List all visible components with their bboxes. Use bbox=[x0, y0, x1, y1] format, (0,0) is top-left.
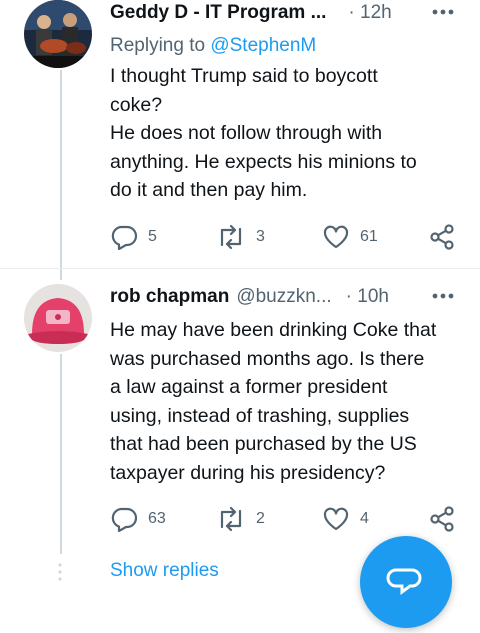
replying-to: Replying to @StephenM bbox=[110, 35, 316, 57]
tweet-text-line: a law against a former president bbox=[110, 376, 388, 398]
reply-count: 5 bbox=[148, 228, 157, 245]
reply-icon bbox=[111, 507, 138, 532]
author-handle[interactable]: @buzzkn... bbox=[236, 286, 331, 308]
tweet-text-line: coke? bbox=[110, 93, 163, 116]
avatar[interactable] bbox=[24, 0, 92, 68]
divider bbox=[0, 268, 480, 269]
compose-fab-icon bbox=[386, 568, 422, 595]
share-icon bbox=[430, 506, 454, 532]
heart-icon bbox=[323, 507, 349, 531]
replying-to-label: Replying to bbox=[110, 35, 206, 56]
tweet-text: I thought Trump said to boycott coke? He… bbox=[110, 62, 460, 205]
mention-link[interactable]: @StephenM bbox=[210, 35, 316, 56]
retweet-count: 2 bbox=[256, 510, 265, 527]
tweet-text: He may have been drinking Coke that was … bbox=[110, 316, 460, 487]
reply-button[interactable]: 5 bbox=[110, 222, 157, 252]
like-button[interactable]: 61 bbox=[322, 222, 378, 252]
tweet-text-line: that had been purchased by the US bbox=[110, 433, 417, 455]
timestamp[interactable]: · 12h bbox=[348, 2, 391, 24]
avatar[interactable] bbox=[24, 284, 92, 352]
thread-dots bbox=[56, 562, 64, 582]
reply-icon bbox=[111, 225, 138, 250]
author-name[interactable]: rob chapman bbox=[110, 286, 229, 308]
retweet-icon bbox=[220, 225, 242, 249]
retweet-count: 3 bbox=[256, 228, 265, 245]
tweet-text-line: was purchased months ago. Is there bbox=[110, 347, 425, 370]
author-name[interactable]: Geddy D - IT Program ... bbox=[110, 2, 326, 24]
reply-count: 63 bbox=[148, 510, 166, 527]
tweet-text-line: taxpayer during his presidency? bbox=[110, 461, 386, 484]
share-button[interactable] bbox=[428, 222, 456, 252]
tweet-header: rob chapman @buzzkn... · 10h bbox=[110, 284, 464, 310]
reply-button[interactable]: 63 bbox=[110, 504, 166, 534]
tweet-text-line: anything. He expects his minions to bbox=[110, 150, 417, 173]
show-replies-link[interactable]: Show replies bbox=[110, 560, 219, 582]
tweet-text-line: I thought Trump said to boycott bbox=[110, 65, 378, 87]
thread-line bbox=[60, 354, 62, 554]
compose-fab-button[interactable] bbox=[360, 536, 452, 628]
tweet-header: Geddy D - IT Program ... · 12h bbox=[110, 0, 464, 26]
tweet-actions: 5 3 61 bbox=[108, 222, 464, 252]
retweet-button[interactable]: 2 bbox=[216, 504, 265, 534]
more-icon[interactable] bbox=[430, 2, 456, 22]
pink-cap-avatar bbox=[24, 284, 92, 352]
share-button[interactable] bbox=[428, 504, 456, 534]
like-count: 61 bbox=[360, 228, 378, 245]
more-icon[interactable] bbox=[430, 286, 456, 306]
like-count: 4 bbox=[360, 510, 369, 527]
like-button[interactable]: 4 bbox=[322, 504, 369, 534]
share-icon bbox=[430, 224, 454, 250]
band-photo-avatar bbox=[24, 0, 92, 68]
tweet-text-line: using, instead of trashing, supplies bbox=[110, 404, 410, 427]
tweet-text-line: He may have been drinking Coke that bbox=[110, 319, 437, 341]
heart-icon bbox=[323, 225, 349, 249]
thread-line bbox=[60, 70, 62, 280]
timestamp[interactable]: · 10h bbox=[346, 286, 389, 308]
tweet-actions: 63 2 4 bbox=[108, 504, 464, 534]
retweet-icon bbox=[220, 507, 242, 531]
tweet-text-line: do it and then pay him. bbox=[110, 179, 308, 201]
tweet-text-line: He does not follow through with bbox=[110, 122, 383, 144]
retweet-button[interactable]: 3 bbox=[216, 222, 265, 252]
